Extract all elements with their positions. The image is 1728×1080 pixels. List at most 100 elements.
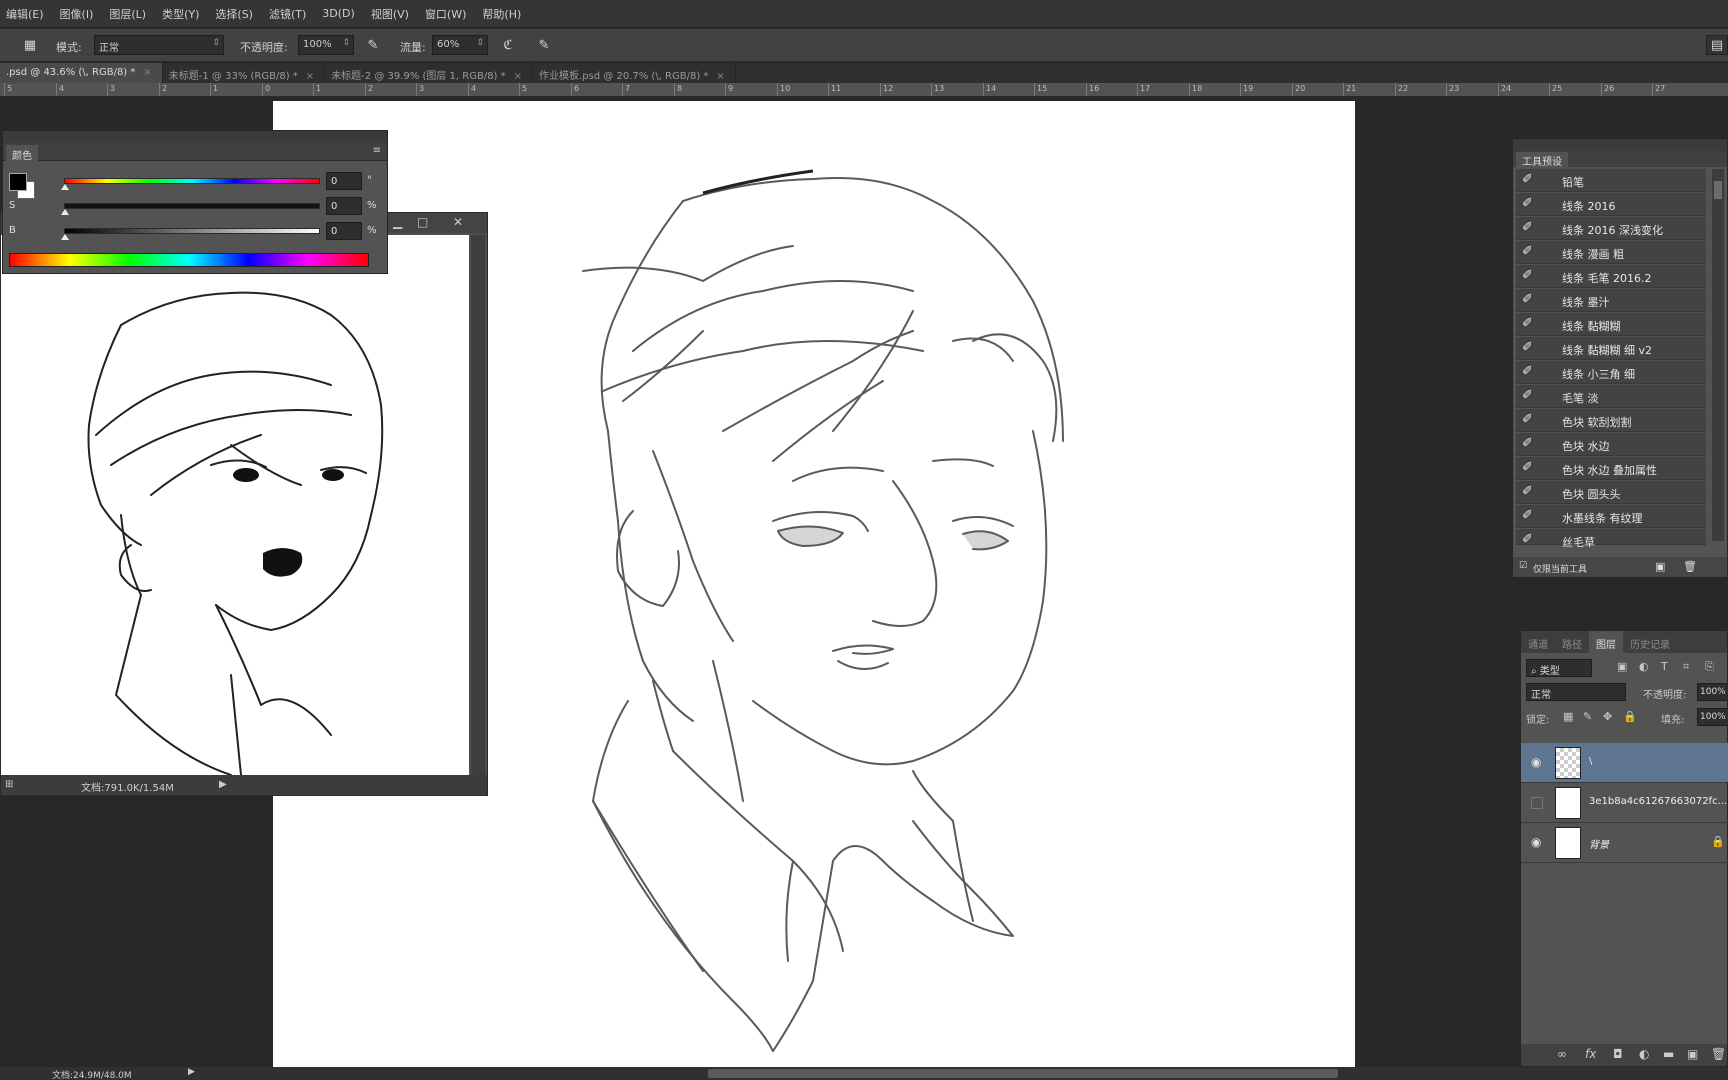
link-icon[interactable]: ∞ bbox=[1557, 1047, 1567, 1061]
brightness-value[interactable]: 0 bbox=[326, 222, 362, 240]
folder-icon[interactable]: ▬ bbox=[1663, 1047, 1674, 1061]
tab-doc-2[interactable]: 未标题-1 @ 33% (RGB/8) * × bbox=[163, 63, 326, 83]
menu-3d[interactable]: 3D(D) bbox=[322, 7, 355, 20]
layer-opacity-field[interactable]: 100% bbox=[1697, 683, 1728, 701]
brightness-slider[interactable]: B 0 % bbox=[9, 222, 377, 240]
saturation-slider[interactable]: S 0 % bbox=[9, 197, 377, 215]
lock-pixels-icon[interactable]: ▦ bbox=[1563, 710, 1573, 723]
status-menu-icon[interactable]: ▶ bbox=[219, 779, 227, 790]
filter-pixel-icon[interactable]: ▣ bbox=[1617, 660, 1627, 673]
close-icon[interactable]: × bbox=[716, 71, 724, 82]
pressure-size-icon[interactable]: ✎ bbox=[534, 35, 554, 55]
tab-tool-presets[interactable]: 工具预设 bbox=[1516, 152, 1568, 168]
list-item[interactable]: ✐ 线条 黏糊糊 bbox=[1516, 313, 1706, 336]
minimize-icon[interactable]: ▁ bbox=[393, 215, 402, 229]
layer-filter-select[interactable]: ⌕ 类型 bbox=[1526, 659, 1592, 677]
hue-knob[interactable] bbox=[61, 184, 69, 190]
menu-image[interactable]: 图像(I) bbox=[60, 6, 94, 22]
close-icon[interactable]: ✕ bbox=[453, 215, 463, 229]
menu-window[interactable]: 窗口(W) bbox=[425, 6, 466, 22]
fill-field[interactable]: 100% bbox=[1697, 708, 1728, 726]
menu-edit[interactable]: 编辑(E) bbox=[6, 6, 44, 22]
filter-smart-icon[interactable]: ⎘ bbox=[1705, 660, 1714, 674]
layer-row[interactable]: 3e1b8a4c61267663072fc... bbox=[1521, 783, 1728, 823]
list-item[interactable]: ✐ 线条 2016 深浅变化 bbox=[1516, 217, 1706, 240]
menu-select[interactable]: 选择(S) bbox=[215, 6, 253, 22]
pressure-opacity-icon[interactable]: ✎ bbox=[363, 35, 383, 55]
new-preset-icon[interactable]: ▣ bbox=[1655, 560, 1665, 573]
brush-panel-toggle-icon[interactable]: ▦ bbox=[20, 35, 40, 55]
close-icon[interactable]: × bbox=[306, 71, 314, 82]
airbrush-icon[interactable]: ℭ bbox=[498, 35, 518, 55]
hue-track[interactable] bbox=[64, 178, 320, 184]
saturation-knob[interactable] bbox=[61, 209, 69, 215]
tab-channels[interactable]: 通道 bbox=[1521, 631, 1555, 653]
menu-layer[interactable]: 图层(L) bbox=[109, 6, 146, 22]
lock-position-icon[interactable]: ✥ bbox=[1603, 710, 1612, 723]
reference-scrollbar[interactable] bbox=[471, 235, 485, 775]
tab-doc-4[interactable]: 作业模板.psd @ 20.7% (\, RGB/8) * × bbox=[533, 63, 736, 83]
mode-select[interactable]: 正常 bbox=[94, 35, 224, 55]
horizontal-scroll-thumb[interactable] bbox=[708, 1069, 1338, 1078]
status-menu-icon[interactable]: ▶ bbox=[188, 1067, 195, 1077]
list-item[interactable]: ✐ 线条 2016 bbox=[1516, 193, 1706, 216]
tab-color[interactable]: 颜色 bbox=[6, 145, 38, 162]
list-item[interactable]: ✐ 线条 漫画 粗 bbox=[1516, 241, 1706, 264]
zoom-icon[interactable]: ⊞ bbox=[5, 779, 13, 790]
tool-presets-scrollbar[interactable] bbox=[1712, 169, 1724, 541]
checkbox-icon[interactable]: ☑ bbox=[1519, 561, 1527, 571]
filter-type-icon[interactable]: T bbox=[1661, 660, 1668, 673]
eye-icon[interactable]: ◉ bbox=[1531, 835, 1541, 849]
opacity-field[interactable]: 100% bbox=[298, 35, 354, 55]
list-item[interactable]: ✐ 丝毛草 bbox=[1516, 529, 1706, 549]
layer-row[interactable]: ◉ 背景 🔒 bbox=[1521, 823, 1728, 863]
menu-help[interactable]: 帮助(H) bbox=[482, 6, 521, 22]
saturation-value[interactable]: 0 bbox=[326, 197, 362, 215]
mask-icon[interactable]: ◘ bbox=[1613, 1047, 1623, 1061]
list-item[interactable]: ✐ 毛笔 淡 bbox=[1516, 385, 1706, 408]
lock-all-icon[interactable]: 🔒 bbox=[1623, 710, 1637, 723]
saturation-track[interactable] bbox=[64, 203, 320, 209]
scroll-thumb[interactable] bbox=[1714, 181, 1722, 199]
tab-paths[interactable]: 路径 bbox=[1555, 631, 1589, 653]
maximize-icon[interactable]: □ bbox=[417, 215, 428, 229]
visibility-toggle[interactable] bbox=[1531, 797, 1543, 809]
tab-history[interactable]: 历史记录 bbox=[1623, 631, 1677, 653]
menu-view[interactable]: 视图(V) bbox=[371, 6, 409, 22]
new-layer-icon[interactable]: ▣ bbox=[1687, 1047, 1698, 1061]
brightness-knob[interactable] bbox=[61, 234, 69, 240]
layer-row[interactable]: ◉ \ bbox=[1521, 743, 1728, 783]
hue-value[interactable]: 0 bbox=[326, 172, 362, 190]
color-panel-header[interactable] bbox=[3, 131, 387, 143]
list-item[interactable]: ✐ 水墨线条 有纹理 bbox=[1516, 505, 1706, 528]
list-item[interactable]: ✐ 色块 软刮划割 bbox=[1516, 409, 1706, 432]
list-item[interactable]: ✐ 线条 小三角 细 bbox=[1516, 361, 1706, 384]
menu-type[interactable]: 类型(Y) bbox=[162, 6, 199, 22]
lock-paint-icon[interactable]: ✎ bbox=[1583, 710, 1592, 723]
list-item[interactable]: ✐ 色块 圆头头 bbox=[1516, 481, 1706, 504]
trash-icon[interactable]: 🗑 bbox=[1683, 560, 1697, 573]
brightness-track[interactable] bbox=[64, 228, 320, 234]
list-item[interactable]: ✐ 线条 毛笔 2016.2 bbox=[1516, 265, 1706, 288]
tab-doc-1[interactable]: .psd @ 43.6% (\, RGB/8) * × bbox=[0, 63, 163, 83]
adjustment-icon[interactable]: ◐ bbox=[1639, 1047, 1649, 1061]
flow-field[interactable]: 60% bbox=[432, 35, 488, 55]
menu-filter[interactable]: 滤镜(T) bbox=[269, 6, 306, 22]
list-item[interactable]: ✐ 铅笔 bbox=[1516, 169, 1706, 192]
list-item[interactable]: ✐ 线条 黏糊糊 细 v2 bbox=[1516, 337, 1706, 360]
fx-icon[interactable]: fx bbox=[1585, 1047, 1596, 1061]
foreground-swatch[interactable] bbox=[9, 173, 27, 191]
eye-icon[interactable]: ◉ bbox=[1531, 755, 1541, 769]
filter-shape-icon[interactable]: ⌗ bbox=[1683, 660, 1689, 674]
color-spectrum-ramp[interactable] bbox=[9, 253, 369, 267]
tab-layers[interactable]: 图层 bbox=[1589, 631, 1623, 653]
blend-mode-select[interactable]: 正常 bbox=[1526, 683, 1626, 701]
workspace-icon[interactable]: ▤ bbox=[1706, 35, 1728, 55]
hue-slider[interactable]: H 0 ° bbox=[9, 172, 372, 190]
list-item[interactable]: ✐ 线条 墨汁 bbox=[1516, 289, 1706, 312]
list-item[interactable]: ✐ 色块 水边 叠加属性 bbox=[1516, 457, 1706, 480]
trash-icon[interactable]: 🗑 bbox=[1711, 1047, 1726, 1061]
tool-presets-header[interactable] bbox=[1513, 139, 1727, 151]
list-item[interactable]: ✐ 色块 水边 bbox=[1516, 433, 1706, 456]
filter-adjustment-icon[interactable]: ◐ bbox=[1639, 660, 1649, 673]
